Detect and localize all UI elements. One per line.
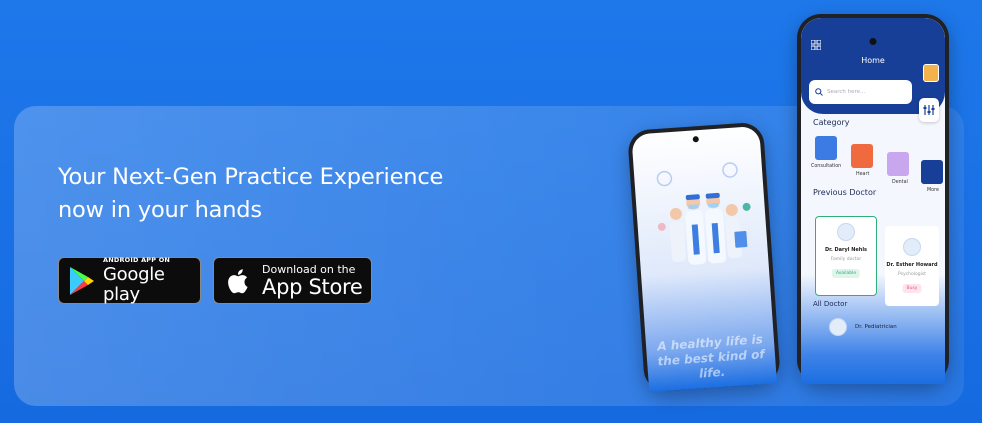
headline-line-2: now in your hands xyxy=(58,197,262,223)
category-label: Consultation xyxy=(811,164,842,169)
all-doctor-title: All Doctor xyxy=(813,300,848,308)
doctor-photo xyxy=(829,318,847,336)
category-label: Heart xyxy=(856,172,870,177)
search-input: Search here... xyxy=(809,80,912,104)
apple-icon xyxy=(228,268,248,293)
category-consultation-icon xyxy=(815,136,837,160)
category-label: More xyxy=(927,188,939,193)
doctor-specialty: Family doctor xyxy=(830,257,862,262)
app-store-big-label: App Store xyxy=(262,274,363,299)
user-avatar xyxy=(923,64,939,82)
doctors-illustration xyxy=(656,162,751,265)
category-more-icon xyxy=(921,160,943,184)
filter-button xyxy=(919,98,939,122)
phone-right-screen: Home Search here... Category Consultatio… xyxy=(801,18,945,384)
google-play-icon xyxy=(70,266,94,295)
doctor-photo xyxy=(837,223,855,241)
status-badge: Available xyxy=(831,269,861,278)
phone-mockup-left: A healthy life is the best kind of life. xyxy=(627,121,781,393)
camera-icon xyxy=(869,38,877,45)
app-store-button[interactable]: Download on the App Store xyxy=(213,257,372,304)
search-placeholder: Search here... xyxy=(827,89,866,95)
hero-headline: Your Next-Gen Practice Experience now in… xyxy=(58,161,443,227)
phone-mockup-right: Home Search here... Category Consultatio… xyxy=(797,14,949,384)
category-label: Dental xyxy=(892,180,908,185)
category-title: Category xyxy=(813,118,850,127)
doctor-photo xyxy=(903,238,921,256)
doctor-name: Dr. Pediatrician xyxy=(855,324,897,330)
google-play-small-label: ANDROID APP ON xyxy=(103,256,171,264)
category-heart-icon xyxy=(851,144,873,168)
doctor-name: Dr. Esther Howard xyxy=(886,262,938,268)
headline-line-1: Your Next-Gen Practice Experience xyxy=(58,164,444,190)
doctor-card: Dr. Esther Howard Psychologist Busy xyxy=(885,226,939,306)
camera-icon xyxy=(692,136,699,143)
sliders-icon xyxy=(923,105,935,115)
menu-icon xyxy=(811,40,821,50)
previous-doctor-title: Previous Doctor xyxy=(813,188,877,197)
search-icon xyxy=(815,88,823,96)
category-dental-icon xyxy=(887,152,909,176)
phone-left-screen: A healthy life is the best kind of life. xyxy=(631,125,777,393)
doctor-card: Dr. Daryl Nehls Family doctor Available xyxy=(815,216,877,296)
google-play-big-label: Google play xyxy=(103,264,165,305)
app-store-small-label: Download on the xyxy=(262,262,356,276)
doctor-specialty: Psychologist xyxy=(898,272,926,277)
google-play-button[interactable]: ANDROID APP ON Google play xyxy=(58,256,201,305)
phone-left-tagline: A healthy life is the best kind of life. xyxy=(656,332,766,381)
doctor-name: Dr. Daryl Nehls xyxy=(824,247,868,253)
status-badge: Busy xyxy=(902,284,922,293)
